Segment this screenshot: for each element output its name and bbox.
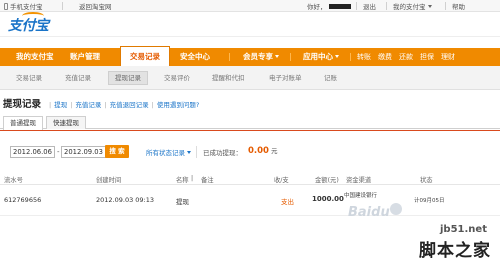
nav-my-alipay[interactable]: 我的支付宝 (16, 48, 54, 66)
phone-icon (4, 3, 8, 10)
quick-link-transfer[interactable]: 转账 (357, 48, 371, 66)
chevron-down-icon (427, 5, 432, 8)
col-created: 创建时间 (96, 177, 122, 184)
cell-channel: 中国建设银行 (344, 193, 378, 199)
col-name: 名称 (176, 177, 189, 184)
tab-normal-withdraw[interactable]: 普通提现 (3, 116, 43, 130)
cell-status: 计09月05日 (414, 198, 445, 204)
divider: | (49, 101, 52, 109)
alipay-logo[interactable]: 支付宝 (8, 12, 49, 35)
my-alipay-menu[interactable]: 我的支付宝 (393, 1, 432, 11)
back-to-taobao-link[interactable]: 返回淘宝网 (79, 1, 112, 11)
cell-amount: 1000.00 (312, 195, 344, 203)
withdraw-type-tabs: 普通提现 快速提现 (0, 114, 500, 130)
subnav-reminders-debit[interactable]: 提醒和代扣 (212, 72, 245, 84)
baidu-watermark: Baidu (348, 205, 390, 220)
nav-security-center[interactable]: 安全中心 (180, 48, 210, 66)
top-utility-bar: 手机支付宝 返回淘宝网 你好， 退出 我的支付宝 帮助 (0, 0, 500, 12)
page-title: 提现记录 (3, 99, 42, 110)
help-link[interactable]: 帮助 (452, 1, 465, 11)
divider (445, 2, 446, 10)
date-to-input[interactable]: 2012.09.03 (61, 146, 106, 158)
subnav-e-statement[interactable]: 电子对账单 (269, 72, 302, 84)
table-header: 流水号 创建时间 名称 | 备注 收/支 金额(元) 资金渠道 状态 (0, 173, 500, 185)
divider: | (151, 101, 154, 109)
site-name-watermark: 脚本之家 (419, 241, 491, 260)
cell-direction: 支出 (281, 198, 294, 206)
success-withdraw-label: 已成功提现： (203, 149, 242, 157)
chevron-down-icon (187, 151, 191, 154)
date-from-input[interactable]: 2012.06.06 (10, 146, 55, 158)
chevron-down-icon (335, 55, 339, 58)
cell-created: 2012.09.03 09:13 (96, 196, 155, 204)
chevron-down-icon (275, 55, 279, 58)
divider (350, 53, 351, 61)
divider (229, 53, 230, 61)
link-help-problem[interactable]: 使用遇到问题? (157, 101, 199, 109)
divider (0, 36, 500, 37)
col-amount: 金额(元) (315, 177, 339, 184)
cell-name: 提现 (176, 198, 189, 206)
quick-link-guarantee[interactable]: 担保 (420, 48, 434, 66)
site-url-watermark: jb51.net (440, 224, 487, 235)
date-range-dash: - (57, 148, 60, 156)
subnav-withdraw-records[interactable]: 提现记录 (108, 71, 148, 85)
col-channel: 资金渠道 (346, 177, 372, 184)
subnav-transaction-records[interactable]: 交易记录 (16, 72, 42, 84)
divider (356, 2, 357, 10)
quick-link-finance[interactable]: 理财 (441, 48, 455, 66)
masked-username (328, 4, 351, 9)
cell-serial: 612769656 (4, 196, 42, 204)
greeting: 你好， (307, 1, 353, 11)
success-withdraw-amount: 0.00 元 (248, 146, 278, 156)
quick-link-pay-bills[interactable]: 缴费 (378, 48, 392, 66)
logo-swirl (22, 12, 44, 20)
mobile-alipay-link[interactable]: 手机支付宝 (4, 1, 43, 11)
divider: | (70, 101, 73, 109)
divider: | (104, 101, 107, 109)
col-status: 状态 (420, 177, 433, 184)
link-recharge-refund-records[interactable]: 充值退回记录 (110, 101, 149, 109)
quick-link-repay[interactable]: 还款 (399, 48, 413, 66)
col-divider: | (191, 175, 194, 182)
subnav-recharge-records[interactable]: 充值记录 (65, 72, 91, 84)
col-remark: 备注 (201, 177, 214, 184)
nav-account-management[interactable]: 账户管理 (70, 48, 100, 66)
baidu-paw-icon (390, 203, 402, 215)
nav-member-exclusive[interactable]: 会员专享 (243, 48, 279, 66)
table-row[interactable]: 612769656 2012.09.03 09:13 提现 支出 1000.00… (0, 186, 500, 216)
divider (0, 130, 500, 131)
page-links: | 提现 | 充值记录 | 充值退回记录 | 使用遇到问题? (46, 99, 199, 109)
divider (386, 2, 387, 10)
nav-app-center[interactable]: 应用中心 (303, 48, 339, 66)
logout-link[interactable]: 退出 (363, 1, 376, 11)
nav-transaction-records[interactable]: 交易记录 (120, 46, 170, 66)
subnav-transaction-review[interactable]: 交易评价 (164, 72, 190, 84)
divider (196, 146, 197, 158)
divider (62, 2, 63, 10)
status-filter-dropdown[interactable]: 所有状态记录 (146, 147, 191, 157)
sub-nav: 交易记录 充值记录 提现记录 交易评价 提醒和代扣 电子对账单 记账 (0, 66, 500, 90)
search-button[interactable]: 搜 索 (105, 145, 129, 158)
main-nav: 我的支付宝 账户管理 交易记录 安全中心 会员专享 应用中心 转账 缴费 还款 … (0, 46, 500, 66)
col-serial: 流水号 (4, 177, 23, 184)
link-recharge-records[interactable]: 充值记录 (75, 101, 101, 109)
link-withdraw[interactable]: 提现 (54, 101, 67, 109)
tab-fast-withdraw[interactable]: 快速提现 (46, 116, 86, 129)
subnav-bookkeeping[interactable]: 记账 (324, 72, 337, 84)
col-direction: 收/支 (274, 177, 289, 184)
divider (290, 53, 291, 61)
